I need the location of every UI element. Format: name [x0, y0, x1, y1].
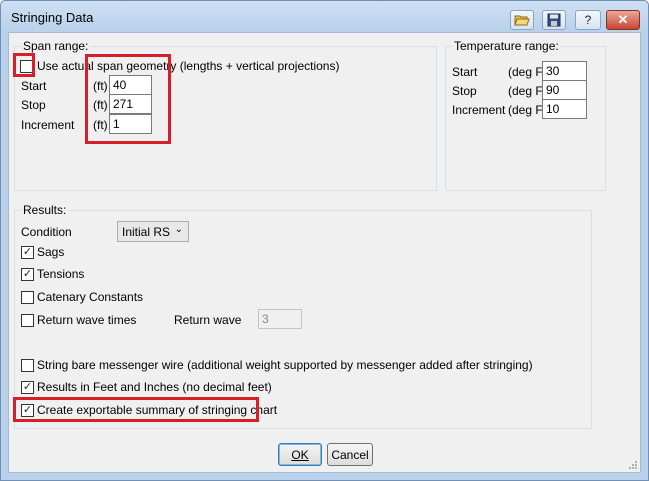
temp-increment-input[interactable]: 10 — [542, 99, 587, 119]
bare-messenger-checkbox[interactable] — [21, 359, 34, 372]
chevron-down-icon: ⌄ — [174, 224, 183, 235]
feet-inches-checkbox[interactable]: ✓ — [21, 381, 34, 394]
highlight-exportable-annotation — [13, 397, 259, 422]
temp-stop-label: Stop — [452, 84, 477, 98]
resize-grip-icon[interactable] — [628, 460, 638, 470]
save-button[interactable] — [542, 10, 566, 30]
close-button[interactable]: ✕ — [606, 10, 640, 30]
condition-label: Condition — [21, 225, 72, 239]
temp-increment-label: Increment — [452, 103, 506, 117]
catenary-constants-checkbox[interactable] — [21, 291, 34, 304]
span-stop-label: Stop — [21, 98, 46, 112]
tensions-label: Tensions — [37, 267, 85, 281]
results-title: Results: — [21, 203, 69, 217]
bare-messenger-label: String bare messenger wire (additional w… — [37, 358, 533, 372]
condition-select[interactable]: Initial RS ⌄ — [117, 221, 189, 242]
help-icon: ? — [584, 13, 592, 27]
sags-label: Sags — [37, 245, 65, 259]
help-button[interactable]: ? — [575, 10, 601, 30]
sags-checkbox[interactable]: ✓ — [21, 246, 34, 259]
floppy-disk-icon — [547, 13, 561, 27]
condition-select-value: Initial RS — [122, 225, 171, 239]
temperature-range-title: Temperature range: — [452, 39, 561, 53]
span-range-title: Span range: — [21, 39, 91, 53]
return-wave-times-label: Return wave times — [37, 313, 137, 327]
dialog-window: Stringing Data ? ✕ Span range: Use actua… — [0, 0, 649, 481]
open-button[interactable] — [510, 10, 534, 30]
temp-start-input[interactable]: 30 — [542, 61, 587, 81]
dialog-client: Span range: Use actual span geometry (le… — [8, 32, 641, 473]
temp-start-unit: (deg F) — [508, 65, 547, 79]
tensions-checkbox[interactable]: ✓ — [21, 268, 34, 281]
highlight-checkbox-annotation — [13, 53, 35, 77]
return-wave-times-checkbox[interactable] — [21, 314, 34, 327]
catenary-constants-label: Catenary Constants — [37, 290, 144, 304]
temp-stop-input[interactable]: 90 — [542, 80, 587, 100]
span-start-label: Start — [21, 79, 47, 93]
title-bar: Stringing Data ? ✕ — [1, 1, 648, 31]
ok-button-label: OK — [291, 447, 309, 462]
close-icon: ✕ — [617, 12, 629, 27]
temp-stop-unit: (deg F) — [508, 84, 547, 98]
return-wave-field-label: Return wave — [174, 313, 242, 327]
ok-button[interactable]: OK — [278, 443, 322, 466]
temp-increment-unit: (deg F) — [508, 103, 547, 117]
temp-start-label: Start — [452, 65, 478, 79]
highlight-span-fields-annotation — [85, 54, 171, 144]
cancel-button[interactable]: Cancel — [327, 443, 373, 466]
return-wave-input[interactable]: 3 — [258, 309, 302, 329]
cancel-button-label: Cancel — [331, 447, 369, 462]
window-title: Stringing Data — [11, 10, 94, 25]
folder-open-icon — [514, 15, 530, 26]
use-actual-geometry-label: Use actual span geometry (lengths + vert… — [37, 59, 340, 73]
feet-inches-label: Results in Feet and Inches (no decimal f… — [37, 380, 272, 394]
span-increment-label: Increment — [21, 118, 75, 132]
